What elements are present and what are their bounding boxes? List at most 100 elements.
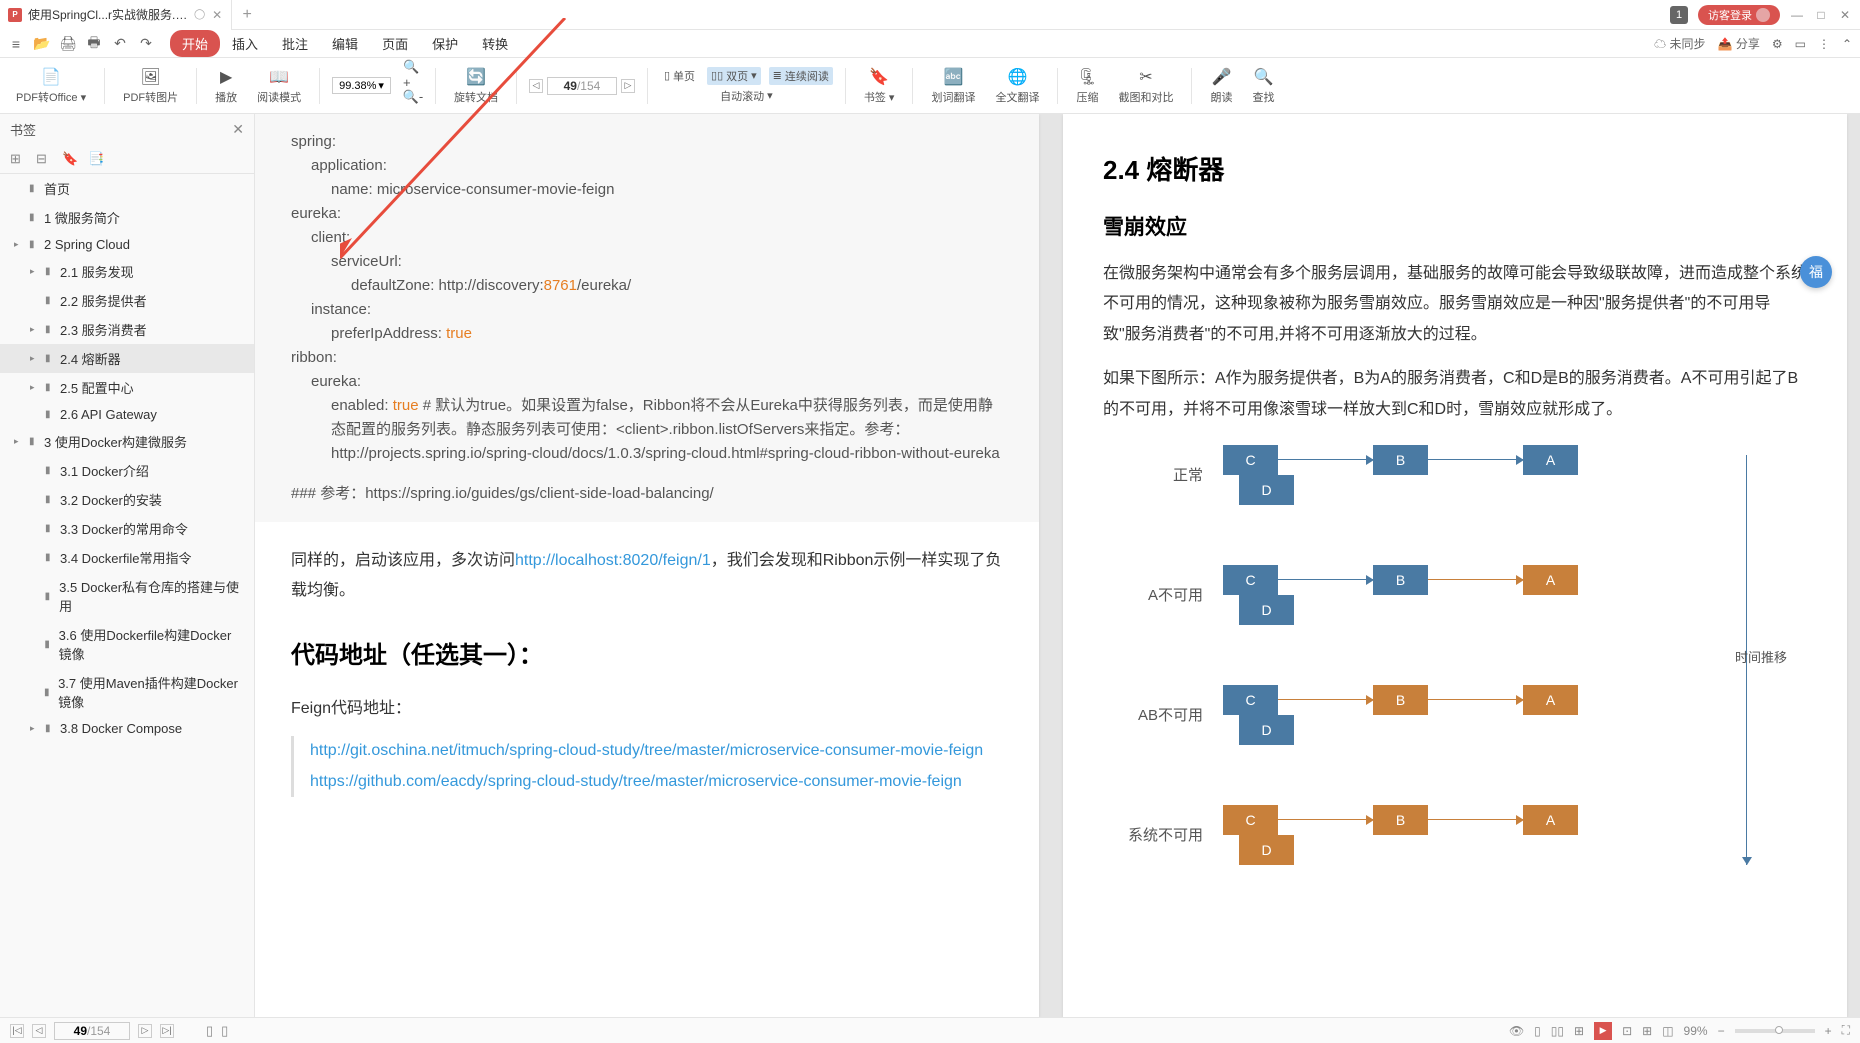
more-icon[interactable]: ⋮ — [1818, 37, 1830, 51]
tool-read-aloud[interactable]: 🎤 朗读 — [1204, 67, 1238, 105]
status-icon-2[interactable]: ▯ — [221, 1023, 228, 1039]
tool-rotate[interactable]: 🔄 旋转文档 — [448, 67, 504, 105]
sidebar-outline-icon[interactable]: 📑 — [88, 151, 104, 167]
tool-full-translate[interactable]: 🌐 全文翻译 — [989, 67, 1045, 105]
fullscreen-button[interactable]: ⛶ — [1842, 1023, 1850, 1038]
zoom-value[interactable]: 99.38% ▾ — [332, 77, 391, 94]
menu-tab-start[interactable]: 开始 — [170, 30, 220, 57]
maximize-button[interactable]: □ — [1814, 8, 1828, 22]
notification-badge[interactable]: 1 — [1670, 6, 1688, 24]
bookmark-item[interactable]: ▮3.7 使用Maven插件构建Docker镜像 — [0, 668, 254, 716]
status-icon-b[interactable]: ⊞ — [1642, 1024, 1652, 1038]
save-icon[interactable]: 🖨 — [60, 36, 76, 52]
sidebar-bookmark-icon[interactable]: 🔖 — [62, 151, 78, 167]
tool-compress[interactable]: 🗜 压缩 — [1070, 67, 1104, 105]
minimize-button[interactable]: — — [1790, 8, 1804, 22]
view-mode-icon-2[interactable]: ▯ — [1534, 1024, 1541, 1038]
float-badge[interactable]: 福 — [1800, 256, 1832, 288]
bookmark-item[interactable]: ▮3.1 Docker介绍 — [0, 456, 254, 485]
tool-crop-compare[interactable]: ✂ 截图和对比 — [1112, 67, 1179, 105]
menu-tab-annotate[interactable]: 批注 — [270, 30, 320, 57]
open-icon[interactable]: 📂 — [34, 36, 50, 52]
tool-pdf-to-office[interactable]: 📄 PDF转Office ▾ — [10, 67, 92, 105]
bookmark-item[interactable]: ▸▮2 Spring Cloud — [0, 232, 254, 257]
help-icon[interactable]: ▭ — [1795, 37, 1806, 51]
undo-icon[interactable]: ↶ — [112, 36, 128, 52]
collapse-icon[interactable]: ⌃ — [1842, 37, 1852, 51]
tool-bookmark[interactable]: 🔖 书签 ▾ — [858, 67, 901, 105]
print-icon[interactable]: 🖶 — [86, 36, 102, 52]
sidebar-close-button[interactable]: ✕ — [232, 121, 244, 138]
menu-tab-insert[interactable]: 插入 — [220, 30, 270, 57]
play-button-status[interactable]: ▶ — [1594, 1022, 1612, 1040]
heading-avalanche: 雪崩效应 — [1103, 211, 1807, 241]
bookmark-item[interactable]: ▮2.6 API Gateway — [0, 402, 254, 427]
bookmark-item[interactable]: ▸▮3 使用Docker构建微服务 — [0, 427, 254, 456]
prev-page-button[interactable]: ◁ — [529, 79, 543, 93]
tool-double-page[interactable]: ▯▯ 双页 ▾ — [707, 67, 761, 85]
document-viewport[interactable]: spring: application: name: microservice-… — [255, 114, 1860, 1017]
zoom-out-button[interactable]: − — [1718, 1024, 1725, 1038]
close-button[interactable]: ✕ — [1838, 8, 1852, 22]
status-page-input[interactable]: 49/154 — [54, 1022, 130, 1040]
bookmark-item[interactable]: ▮3.3 Docker的常用命令 — [0, 514, 254, 543]
tool-pdf-to-image[interactable]: 🖼 PDF转图片 — [117, 67, 184, 105]
next-page-button-status[interactable]: ▷ — [138, 1024, 152, 1038]
status-icon-1[interactable]: ▯ — [206, 1023, 213, 1039]
view-mode-icon-1[interactable]: 👁 — [1509, 1024, 1524, 1038]
sidebar-title: 书签 — [10, 120, 36, 139]
view-mode-icon-4[interactable]: ⊞ — [1574, 1024, 1584, 1038]
tab-close-button[interactable]: ✕ — [211, 9, 223, 21]
zoom-slider[interactable] — [1735, 1029, 1815, 1033]
app-menu-icon[interactable]: ≡ — [8, 36, 24, 52]
page-input[interactable]: 49/154 — [547, 77, 617, 95]
bookmark-item[interactable]: ▮2.2 服务提供者 — [0, 286, 254, 315]
tool-search[interactable]: 🔍 查找 — [1246, 67, 1280, 105]
menu-tab-protect[interactable]: 保护 — [420, 30, 470, 57]
tool-auto-scroll[interactable]: 自动滚动 ▾ — [716, 87, 777, 105]
tool-read-mode[interactable]: 📖 阅读模式 — [251, 67, 307, 105]
sidebar-collapse-all-icon[interactable]: ⊟ — [36, 151, 52, 167]
zoom-in-icon[interactable]: 🔍+ — [403, 65, 423, 85]
diagram-row: 正常CBAD — [1103, 445, 1807, 505]
redo-icon[interactable]: ↷ — [138, 36, 154, 52]
last-page-button[interactable]: ▷| — [160, 1024, 174, 1038]
status-bar: |◁ ◁ 49/154 ▷ ▷| ▯ ▯ 👁 ▯ ▯▯ ⊞ ▶ ⊡ ⊞ ◫ 99… — [0, 1017, 1860, 1043]
menu-tab-edit[interactable]: 编辑 — [320, 30, 370, 57]
share-button[interactable]: 📤 分享 — [1718, 35, 1760, 52]
sidebar-expand-all-icon[interactable]: ⊞ — [10, 151, 26, 167]
tool-single-page[interactable]: ▯ 单页 — [660, 67, 699, 85]
view-mode-icon-3[interactable]: ▯▯ — [1551, 1024, 1564, 1038]
menu-tab-page[interactable]: 页面 — [370, 30, 420, 57]
zoom-in-button[interactable]: + — [1825, 1024, 1832, 1038]
tool-continuous[interactable]: ≣ 连续阅读 — [769, 67, 833, 85]
sync-status[interactable]: ☁ 未同步 — [1654, 35, 1705, 52]
bookmark-item[interactable]: ▸▮2.3 服务消费者 — [0, 315, 254, 344]
status-icon-a[interactable]: ⊡ — [1622, 1024, 1632, 1038]
bookmark-item[interactable]: ▮3.2 Docker的安装 — [0, 485, 254, 514]
status-icon-c[interactable]: ◫ — [1662, 1024, 1673, 1038]
menu-tab-convert[interactable]: 转换 — [470, 30, 520, 57]
bookmark-item[interactable]: ▸▮2.1 服务发现 — [0, 257, 254, 286]
first-page-button[interactable]: |◁ — [10, 1024, 24, 1038]
bookmark-item[interactable]: ▮1 微服务简介 — [0, 203, 254, 232]
heading-2-4: 2.4 熔断器 — [1103, 150, 1807, 187]
page-right: 2.4 熔断器 雪崩效应 在微服务架构中通常会有多个服务层调用，基础服务的故障可… — [1063, 114, 1847, 1017]
page-navigator: ◁ 49/154 ▷ — [529, 77, 635, 95]
zoom-out-icon[interactable]: 🔍- — [403, 87, 423, 107]
tool-word-translate[interactable]: 🔤 划词翻译 — [925, 67, 981, 105]
bookmark-item[interactable]: ▮3.4 Dockerfile常用指令 — [0, 543, 254, 572]
next-page-button[interactable]: ▷ — [621, 79, 635, 93]
bookmark-item[interactable]: ▮3.5 Docker私有仓库的搭建与使用 — [0, 572, 254, 620]
tool-play[interactable]: ▶ 播放 — [209, 67, 243, 105]
guest-login-button[interactable]: 访客登录 — [1698, 5, 1780, 25]
bookmark-item[interactable]: ▸▮2.5 配置中心 — [0, 373, 254, 402]
bookmark-item[interactable]: ▸▮3.8 Docker Compose — [0, 716, 254, 741]
bookmark-item[interactable]: ▮首页 — [0, 174, 254, 203]
bookmark-item[interactable]: ▮3.6 使用Dockerfile构建Docker镜像 — [0, 620, 254, 668]
new-tab-button[interactable]: + — [232, 6, 262, 24]
prev-page-button-status[interactable]: ◁ — [32, 1024, 46, 1038]
settings-icon[interactable]: ⚙ — [1772, 37, 1783, 51]
bookmark-item[interactable]: ▸▮2.4 熔断器 — [0, 344, 254, 373]
document-tab[interactable]: P 使用SpringCl...r实战微服务.pdf ◯ ✕ — [0, 0, 232, 30]
